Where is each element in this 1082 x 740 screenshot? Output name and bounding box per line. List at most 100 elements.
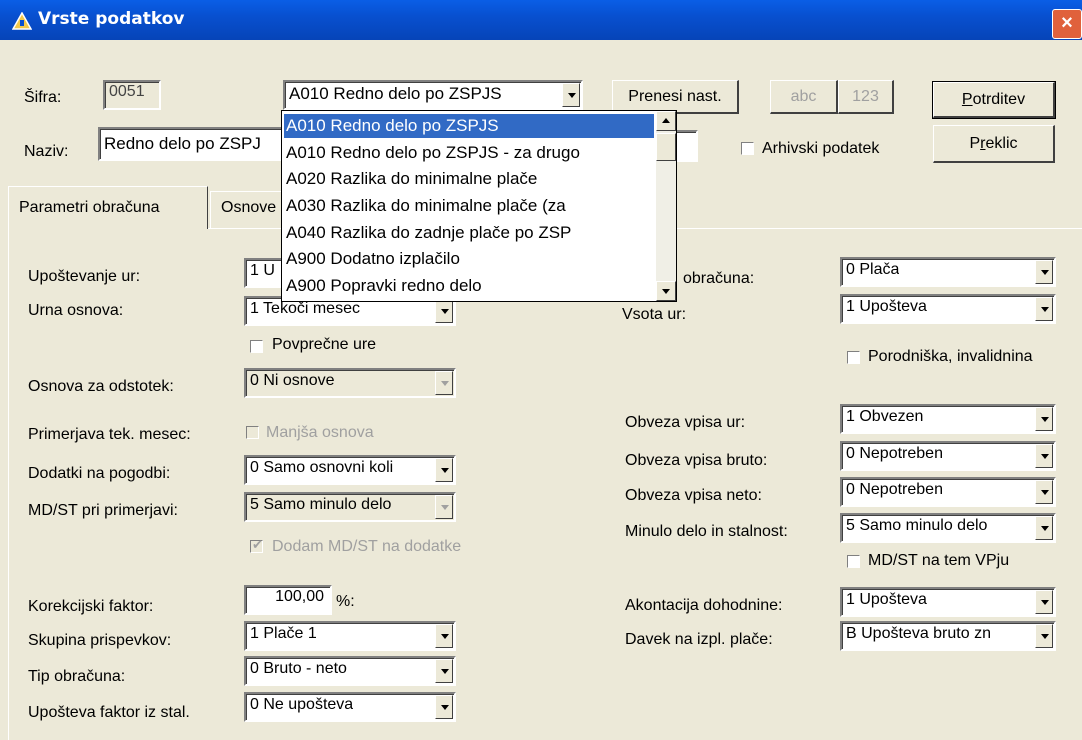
- chevron-down-icon[interactable]: [435, 695, 453, 719]
- chevron-down-icon[interactable]: [1035, 260, 1053, 284]
- upostevanje-faktor-value: 0 Ne upošteva: [250, 696, 354, 713]
- akontacija-combo[interactable]: 1 Upošteva: [840, 587, 1056, 617]
- chevron-down-icon[interactable]: [435, 495, 453, 519]
- dropdown-item[interactable]: A040 Razlika do zadnje plače po ZSP: [284, 221, 654, 245]
- dodatki-combo[interactable]: 0 Samo osnovni koli: [244, 455, 456, 485]
- prenesi-button[interactable]: Prenesi nast.: [612, 80, 739, 114]
- hidden-field-edge[interactable]: [674, 130, 698, 162]
- chevron-down-icon[interactable]: [1035, 590, 1053, 614]
- obveza-neto-combo[interactable]: 0 Nepotreben: [840, 477, 1056, 507]
- dropdown-item[interactable]: A010 Redno delo po ZSPJS - za drugo: [284, 141, 654, 165]
- chevron-down-icon[interactable]: [562, 83, 580, 107]
- porodniska-checkbox[interactable]: [847, 351, 860, 364]
- primerjava-label: Primerjava tek. mesec:: [28, 426, 191, 443]
- chevron-down-icon[interactable]: [1035, 624, 1053, 648]
- akontacija-label: Akontacija dohodnine:: [625, 597, 783, 614]
- chevron-down-icon[interactable]: [1035, 407, 1053, 431]
- manjsa-osnova-label: Manjša osnova: [266, 424, 374, 441]
- chevron-down-icon[interactable]: [435, 624, 453, 648]
- preklic-text-b: eklic: [985, 135, 1018, 152]
- scroll-up-icon[interactable]: [656, 111, 676, 131]
- obveza-neto-label: Obveza vpisa neto:: [625, 487, 762, 504]
- potrditev-button[interactable]: Potrditev: [932, 81, 1056, 119]
- povprecne-ure-checkbox[interactable]: [250, 340, 263, 353]
- mdst-primerjavi-label: MD/ST pri primerjavi:: [28, 502, 178, 519]
- korekcijski-label: Korekcijski faktor:: [28, 598, 154, 615]
- urna-osnova-value: 1 Tekoči mesec: [250, 300, 360, 317]
- preklic-text-a: P: [969, 135, 981, 152]
- korekcijski-field[interactable]: 100,00: [244, 585, 332, 615]
- obveza-bruto-value: 0 Nepotreben: [846, 445, 943, 462]
- arhivski-label: Arhivski podatek: [762, 140, 880, 157]
- vsota-label: Vsota ur:: [622, 306, 687, 323]
- obveza-ur-label: Obveza vpisa ur:: [625, 414, 746, 431]
- tab-osnove[interactable]: Osnove: [210, 191, 290, 228]
- obracuna-label: obračuna:: [683, 270, 755, 287]
- chevron-down-icon[interactable]: [435, 458, 453, 482]
- dropdown-item[interactable]: A030 Razlika do minimalne plače (za: [284, 194, 654, 218]
- minulo-label: Minulo delo in stalnost:: [625, 523, 788, 540]
- tab-osnove-label: Osnove: [221, 199, 277, 216]
- osnova-odstotek-combo[interactable]: 0 Ni osnove: [244, 368, 456, 398]
- osnova-odstotek-value: 0 Ni osnove: [250, 372, 335, 389]
- korekcijski-unit: %:: [336, 593, 355, 610]
- preklic-button[interactable]: Preklic: [933, 125, 1055, 163]
- minulo-value: 5 Samo minulo delo: [846, 517, 988, 534]
- num-button[interactable]: 123: [838, 80, 894, 114]
- type-combo-value: A010 Redno delo po ZSPJS: [289, 84, 502, 103]
- chevron-down-icon[interactable]: [1035, 297, 1053, 321]
- dropdown-item[interactable]: A020 Razlika do minimalne plače: [284, 167, 654, 191]
- type-combo[interactable]: A010 Redno delo po ZSPJS: [283, 80, 583, 110]
- type-dropdown-list[interactable]: A010 Redno delo po ZSPJS A010 Redno delo…: [281, 110, 677, 302]
- davek-combo[interactable]: B Upošteva bruto zn: [840, 621, 1056, 651]
- obveza-ur-combo[interactable]: 1 Obvezen: [840, 404, 1056, 434]
- chevron-down-icon[interactable]: [435, 659, 453, 683]
- obracuna-combo[interactable]: 0 Plača: [840, 257, 1056, 287]
- skupina-value: 1 Plače 1: [250, 625, 317, 642]
- sifra-field[interactable]: 0051: [103, 80, 161, 110]
- chevron-down-icon[interactable]: [435, 299, 453, 323]
- mdst-vp-checkbox[interactable]: [847, 555, 860, 568]
- dropdown-scrollbar[interactable]: [656, 111, 676, 301]
- naziv-field[interactable]: Redno delo po ZSPJ: [98, 127, 288, 161]
- potrditev-accel: P: [961, 91, 973, 108]
- obveza-bruto-combo[interactable]: 0 Nepotreben: [840, 441, 1056, 471]
- dropdown-item[interactable]: A900 Dodatno izplačilo: [284, 247, 654, 271]
- dropdown-item[interactable]: A010 Redno delo po ZSPJS: [283, 113, 655, 139]
- dodatki-label: Dodatki na pogodbi:: [28, 465, 171, 482]
- title-bar: Vrste podatkov ×: [0, 0, 1082, 40]
- dropdown-item[interactable]: A900 Popravki redno delo: [284, 274, 654, 298]
- vsota-combo[interactable]: 1 Upošteva: [840, 294, 1056, 324]
- chevron-down-icon[interactable]: [1035, 480, 1053, 504]
- close-button[interactable]: ×: [1052, 9, 1082, 39]
- scroll-down-icon[interactable]: [656, 281, 676, 301]
- tab-parametri[interactable]: Parametri obračuna: [8, 186, 208, 229]
- upostevanje-faktor-combo[interactable]: 0 Ne upošteva: [244, 692, 456, 722]
- mdst-vp-label: MD/ST na tem VPju: [868, 552, 1010, 569]
- urna-osnova-label: Urna osnova:: [28, 302, 124, 319]
- tip-combo[interactable]: 0 Bruto - neto: [244, 656, 456, 686]
- arhivski-checkbox[interactable]: [741, 142, 754, 155]
- chevron-down-icon[interactable]: [1035, 444, 1053, 468]
- chevron-down-icon[interactable]: [435, 371, 453, 395]
- scroll-thumb[interactable]: [656, 133, 676, 161]
- manjsa-osnova-checkbox[interactable]: [246, 426, 259, 439]
- minulo-combo[interactable]: 5 Samo minulo delo: [840, 513, 1056, 543]
- obveza-bruto-label: Obveza vpisa bruto:: [625, 452, 768, 469]
- obracuna-value: 0 Plača: [846, 261, 900, 278]
- obveza-neto-value: 0 Nepotreben: [846, 481, 943, 498]
- sifra-label: Šifra:: [24, 89, 62, 106]
- chevron-down-icon[interactable]: [1035, 516, 1053, 540]
- abc-button[interactable]: abc: [770, 80, 838, 114]
- tip-label: Tip obračuna:: [28, 668, 126, 685]
- dodam-checkbox[interactable]: ✔: [250, 537, 263, 553]
- tab-parametri-label: Parametri obračuna: [19, 199, 160, 216]
- window-title: Vrste podatkov: [38, 9, 185, 29]
- mdst-primerjavi-combo[interactable]: 5 Samo minulo delo: [244, 492, 456, 522]
- mdst-primerjavi-value: 5 Samo minulo delo: [250, 496, 392, 513]
- skupina-combo[interactable]: 1 Plače 1: [244, 621, 456, 651]
- obveza-ur-value: 1 Obvezen: [846, 408, 924, 425]
- osnova-odstotek-label: Osnova za odstotek:: [28, 378, 174, 395]
- tip-value: 0 Bruto - neto: [250, 660, 347, 677]
- davek-label: Davek na izpl. plače:: [625, 631, 773, 648]
